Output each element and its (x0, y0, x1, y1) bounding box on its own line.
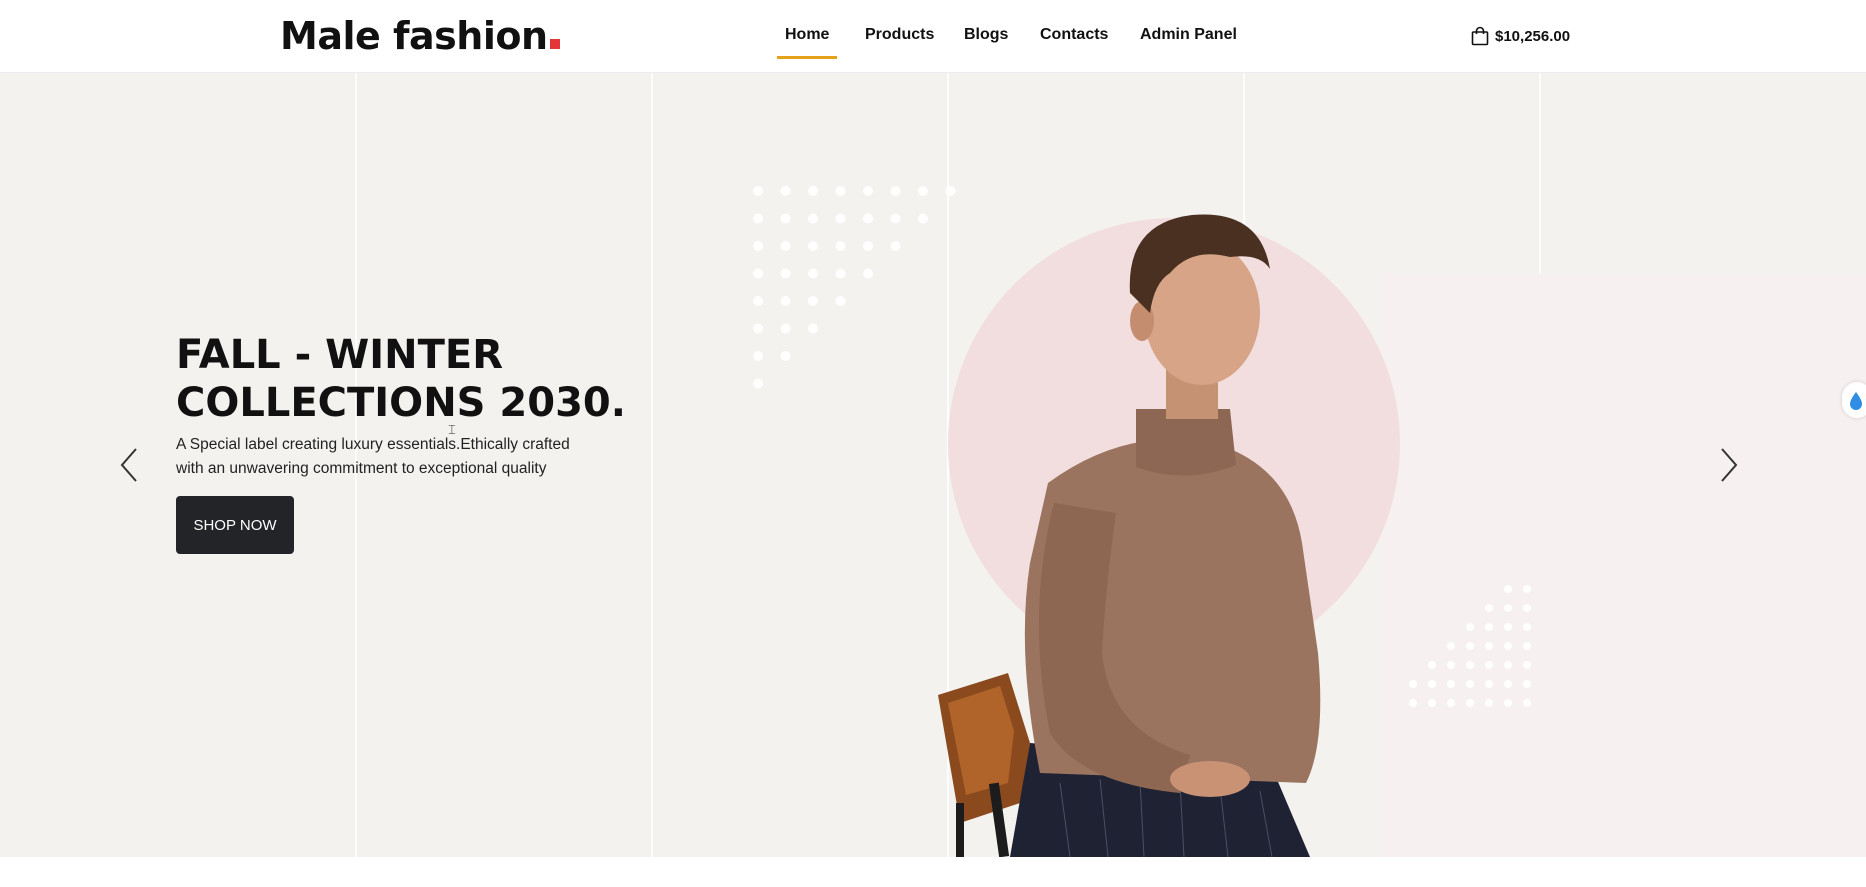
logo-dot (549, 39, 560, 49)
hero-title-line-1: FALL - WINTER (176, 332, 504, 378)
nav-home[interactable]: Home (776, 26, 838, 59)
decor-dot (753, 213, 763, 224)
decor-dot (808, 268, 818, 279)
decor-dot (863, 186, 873, 196)
site-header: Male fashion Home Products Blogs Contact… (0, 0, 1866, 73)
hero-title: FALL - WINTER COLLECTIONS 2030. (176, 331, 816, 427)
decor-dot (753, 268, 763, 279)
decor-dot (1504, 585, 1512, 593)
decor-dot (753, 296, 763, 306)
decor-dot (863, 268, 873, 279)
nav-blogs[interactable]: Blogs (964, 26, 1008, 44)
decor-dot (808, 186, 818, 196)
decor-dot (753, 186, 763, 196)
decor-dot (890, 241, 901, 251)
decor-dot (780, 296, 791, 306)
decor-dot (835, 213, 846, 224)
decor-dot (753, 241, 763, 251)
shop-now-button[interactable]: SHOP NOW (176, 496, 294, 554)
decor-dot (1504, 661, 1512, 669)
decor-dot (918, 213, 928, 224)
cart-link[interactable]: $10,256.00 (1471, 25, 1570, 47)
decor-dot (780, 268, 791, 279)
decor-dot (890, 186, 901, 196)
decor-dot (808, 296, 818, 306)
decor-dot (1523, 661, 1531, 669)
cart-total: $10,256.00 (1495, 27, 1571, 45)
decor-dot (780, 186, 791, 196)
decor-dot (835, 296, 846, 306)
side-widget-icon[interactable] (1842, 382, 1866, 418)
model-image (938, 214, 1321, 857)
decor-dot (780, 241, 791, 251)
hero-slider: FALL - WINTER COLLECTIONS 2030. A Specia… (0, 73, 1866, 857)
decor-dot (808, 213, 818, 224)
nav-contacts[interactable]: Contacts (1040, 26, 1108, 44)
brand-logo[interactable]: Male fashion (280, 14, 560, 58)
decor-dot (1504, 699, 1512, 707)
decor-dot (1523, 585, 1531, 593)
nav-admin-panel[interactable]: Admin Panel (1140, 26, 1237, 44)
hero-description-line-2: with an unwavering commitment to excepti… (176, 460, 547, 477)
decor-dot (835, 268, 846, 279)
text-cursor-icon: ⌶ (448, 422, 456, 437)
decor-dot (780, 213, 791, 224)
decor-dot (808, 241, 818, 251)
decor-dot (1523, 604, 1531, 612)
decor-dot (1504, 604, 1512, 612)
page-bottom (0, 857, 1866, 887)
grid-line (651, 73, 653, 857)
decor-dot (1504, 642, 1512, 650)
hero-description-line-1: A Special label creating luxury essentia… (176, 436, 570, 453)
decor-dot (835, 241, 846, 251)
hero-title-line-2: COLLECTIONS 2030. (176, 380, 626, 426)
nav-products[interactable]: Products (865, 26, 934, 44)
hero-description: A Special label creating luxury essentia… (176, 433, 606, 481)
chevron-left-icon[interactable] (118, 445, 140, 485)
decor-dot (1504, 623, 1512, 631)
decor-dot (863, 241, 873, 251)
chevron-right-icon[interactable] (1718, 445, 1740, 485)
decor-dot (918, 186, 928, 196)
decor-dot (890, 213, 901, 224)
decor-dot (1504, 680, 1512, 688)
decor-dot (863, 213, 873, 224)
decor-dot (1523, 623, 1531, 631)
decor-dot (1523, 699, 1531, 707)
decor-dot (835, 186, 846, 196)
decor-dot (1523, 680, 1531, 688)
shopping-bag-icon (1471, 26, 1489, 46)
decor-dot (1523, 642, 1531, 650)
logo-text: Male fashion (280, 14, 548, 58)
